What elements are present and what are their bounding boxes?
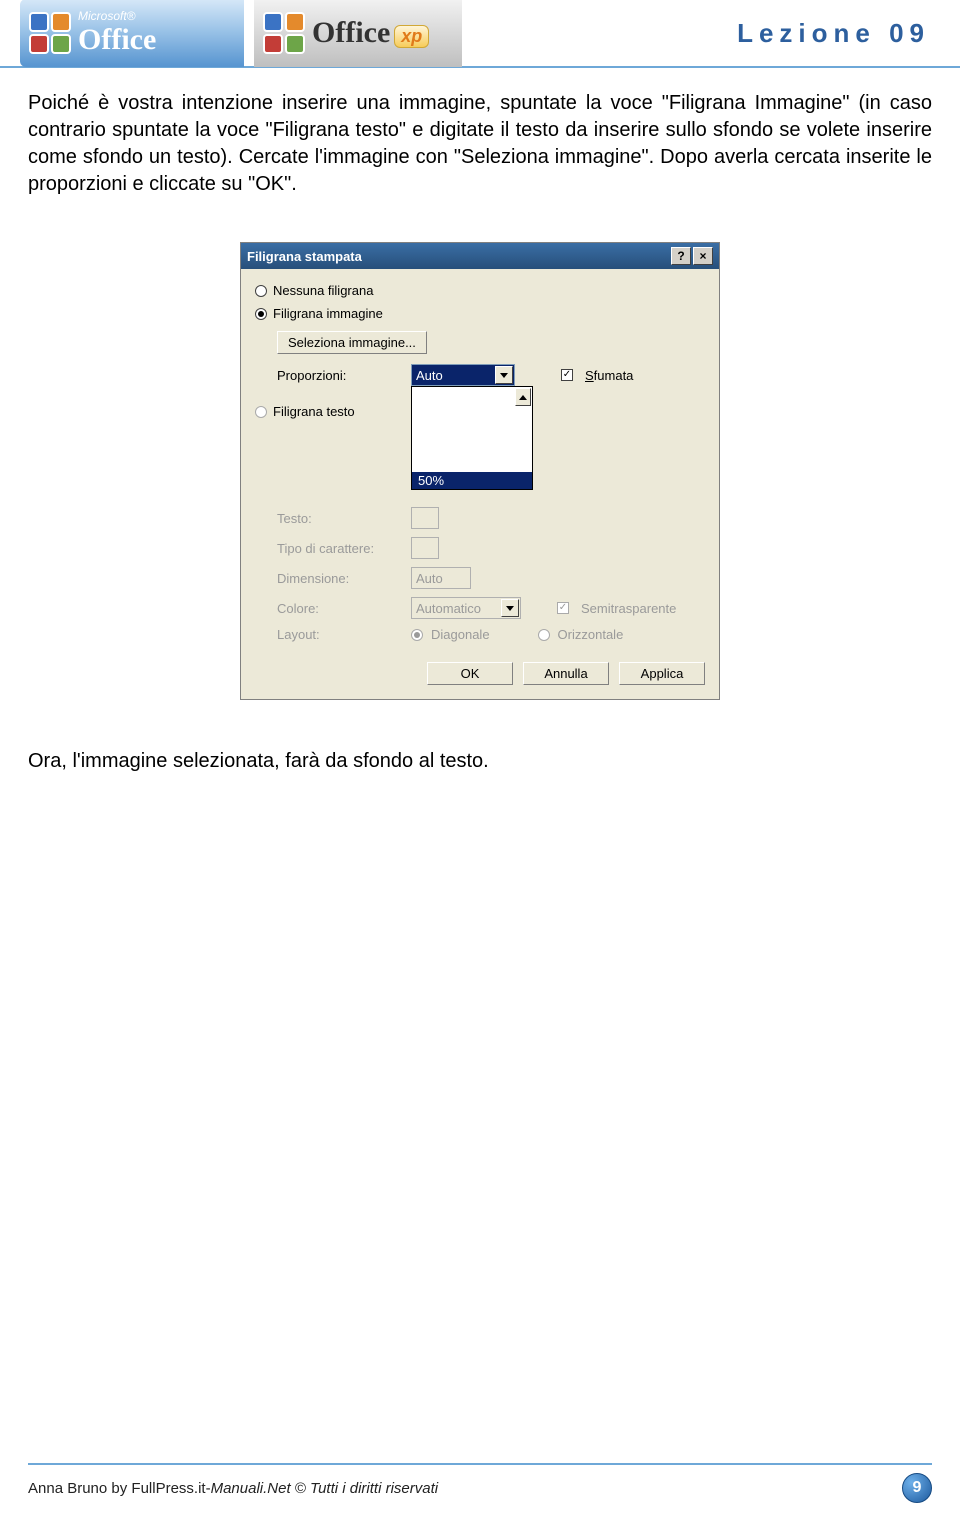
help-button[interactable]: ? <box>671 247 691 265</box>
paragraph-after: Ora, l'immagine selezionata, farà da sfo… <box>0 750 960 773</box>
page-header: Microsoft® Office Office xp Lezione 09 <box>0 0 960 68</box>
ok-button[interactable]: OK <box>427 662 513 685</box>
option-label: Filigrana testo <box>273 404 355 419</box>
layout-horizontal-label: Orizzontale <box>558 627 624 642</box>
close-button[interactable]: × <box>693 247 713 265</box>
washout-label: Sfumata <box>585 368 633 383</box>
option-label: Filigrana immagine <box>273 306 383 321</box>
footer-rights: Manuali.Net © Tutti i diritti riservati <box>211 1480 439 1497</box>
radio-icon <box>255 285 267 297</box>
font-combo <box>411 537 439 559</box>
size-combo: Auto <box>411 567 471 589</box>
list-item[interactable]: 500% <box>412 404 532 421</box>
radio-icon <box>255 406 267 418</box>
radio-checked-icon <box>255 308 267 320</box>
layout-label: Layout: <box>277 627 403 642</box>
dropdown-icon[interactable] <box>495 366 513 384</box>
text-label: Testo: <box>277 511 403 526</box>
option-image-watermark[interactable]: Filigrana immagine <box>255 302 705 325</box>
ms-office-logo-right: Office xp <box>254 0 462 67</box>
content-area: Poiché è vostra intenzione inserire una … <box>0 68 960 700</box>
office-word: Office <box>78 23 156 57</box>
xp-badge: xp <box>394 25 429 48</box>
filigrana-dialog: Filigrana stampata ? × Nessuna filigrana… <box>240 242 720 700</box>
list-item[interactable]: 100% <box>412 455 532 472</box>
microsoft-caption: Microsoft® <box>78 9 156 23</box>
layout-diagonal-label: Diagonale <box>431 627 490 642</box>
washout-checkbox[interactable] <box>561 369 573 381</box>
select-image-button[interactable]: Seleziona immagine... <box>277 331 427 354</box>
apply-button[interactable]: Applica <box>619 662 705 685</box>
size-label: Dimensione: <box>277 571 403 586</box>
color-label: Colore: <box>277 601 403 616</box>
page-footer: Anna Bruno by FullPress.it - Manuali.Net… <box>0 1463 960 1503</box>
dialog-titlebar[interactable]: Filigrana stampata ? × <box>241 243 719 269</box>
lesson-title: Lezione 09 <box>737 18 930 49</box>
office-puzzle-icon <box>262 11 306 55</box>
font-label: Tipo di carattere: <box>277 541 403 556</box>
text-input <box>411 507 439 529</box>
ms-office-logo-left: Microsoft® Office <box>20 0 244 67</box>
option-label: Nessuna filigrana <box>273 283 373 298</box>
radio-icon <box>538 629 550 641</box>
color-combo: Automatico <box>411 597 521 619</box>
proportions-listbox[interactable]: Auto 500% 200% 150% 100% 50% <box>411 386 533 490</box>
footer-author: Anna Bruno by FullPress.it <box>28 1480 206 1497</box>
dropdown-icon <box>501 599 519 617</box>
office-puzzle-icon <box>28 11 72 55</box>
list-item-selected[interactable]: 50% <box>412 472 532 489</box>
scroll-up-icon[interactable] <box>515 388 531 406</box>
list-item[interactable]: 150% <box>412 438 532 455</box>
page-number-badge: 9 <box>902 1473 932 1503</box>
option-no-watermark[interactable]: Nessuna filigrana <box>255 279 705 302</box>
list-item[interactable]: 200% <box>412 421 532 438</box>
paragraph-1: Poiché è vostra intenzione inserire una … <box>28 90 932 198</box>
logo-group: Microsoft® Office Office xp <box>0 0 462 67</box>
proportions-value: Auto <box>416 368 443 383</box>
semitransparent-label: Semitrasparente <box>581 601 676 616</box>
cancel-button[interactable]: Annulla <box>523 662 609 685</box>
list-item[interactable]: Auto <box>412 387 532 404</box>
office-word-dark: Office <box>312 16 390 50</box>
dialog-title: Filigrana stampata <box>247 249 362 264</box>
proportions-combo[interactable]: Auto Auto 500% 200% 150% 100% 50% <box>411 364 515 386</box>
semitransparent-checkbox <box>557 602 569 614</box>
proportions-label: Proporzioni: <box>277 368 403 383</box>
radio-icon <box>411 629 423 641</box>
